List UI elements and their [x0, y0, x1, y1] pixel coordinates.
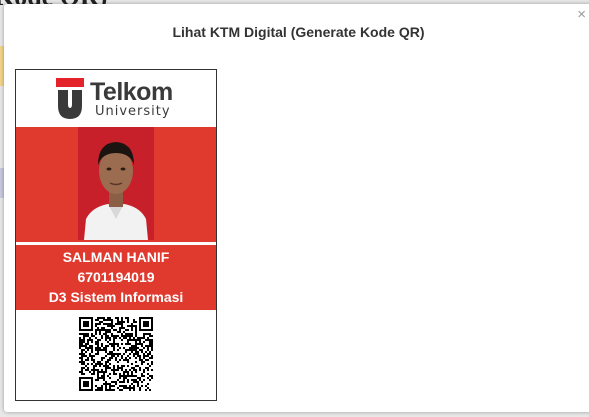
logo-text: Telkom [90, 78, 173, 106]
student-name: SALMAN HANIF [62, 249, 170, 265]
card-header: Telkom University [16, 70, 216, 127]
modal-dialog: × Lihat KTM Digital (Generate Kode QR) T… [4, 4, 589, 412]
student-id-card: Telkom University SALMAN HANIF 670119401… [15, 69, 217, 401]
student-program: D3 Sistem Informasi [48, 289, 184, 305]
student-info: SALMAN HANIF 6701194019 D3 Sistem Inform… [16, 247, 216, 307]
card-divider [16, 242, 216, 245]
student-nim: 6701194019 [77, 269, 155, 285]
logo-subtext: University [95, 104, 171, 119]
card-info-panel: SALMAN HANIF 6701194019 D3 Sistem Inform… [16, 127, 216, 310]
close-icon[interactable]: × [577, 5, 586, 25]
modal-title: Lihat KTM Digital (Generate Kode QR) [172, 24, 425, 40]
qr-code [79, 317, 153, 391]
student-photo [78, 127, 154, 240]
telkom-university-logo [56, 78, 84, 119]
